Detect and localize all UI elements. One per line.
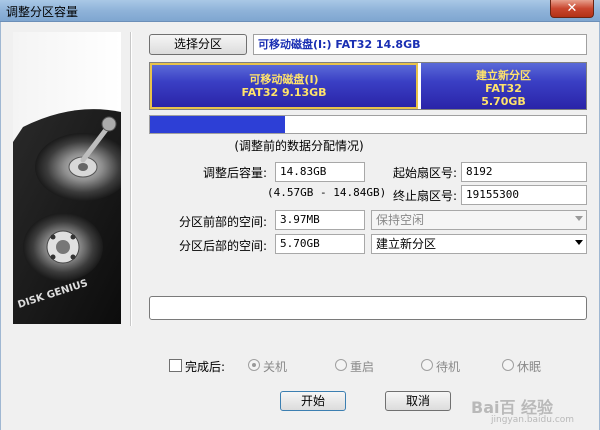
select-partition-button[interactable]: 选择分区 xyxy=(149,34,247,55)
segment-size: 5.70GB xyxy=(481,95,526,108)
size-after-field[interactable]: 14.83GB xyxy=(275,162,365,182)
resize-partition-dialog: DISK GENIUS 选择分区 可移动磁盘(I:) FAT32 14.8GB … xyxy=(0,22,600,430)
space-before-action-select: 保持空闲 xyxy=(371,210,587,230)
start-button[interactable]: 开始 xyxy=(280,391,346,411)
space-before-action-value: 保持空闲 xyxy=(376,213,425,227)
data-usage-bar xyxy=(149,115,587,134)
data-usage-fill xyxy=(150,116,286,133)
title-bar: 调整分区容量 ✕ xyxy=(0,0,600,22)
chevron-down-icon xyxy=(575,216,583,221)
chevron-down-icon xyxy=(575,240,583,245)
partition-segment-new[interactable]: 建立新分区 FAT32 5.70GB xyxy=(420,63,586,109)
watermark-url: jingyan.baidu.com xyxy=(491,415,575,425)
radio-shutdown-label: 关机 xyxy=(263,360,288,374)
close-button[interactable]: ✕ xyxy=(550,0,594,18)
radio-shutdown[interactable] xyxy=(248,359,260,371)
end-sector-field[interactable]: 19155300 xyxy=(461,185,587,205)
segment-name: 建立新分区 xyxy=(476,69,531,82)
segment-fs: FAT32 xyxy=(485,82,522,95)
status-textbox[interactable] xyxy=(149,296,587,320)
space-before-label: 分区前部的空间: xyxy=(178,215,267,229)
after-completion-label: 完成后: xyxy=(185,360,226,374)
radio-standby[interactable] xyxy=(421,359,433,371)
usage-caption: (调整前的数据分配情况) xyxy=(234,139,364,153)
partition-segment-existing[interactable]: 可移动磁盘(I) FAT32 9.13GB xyxy=(150,63,418,109)
radio-restart[interactable] xyxy=(335,359,347,371)
hard-disk-icon: DISK GENIUS xyxy=(13,109,121,324)
partition-map: 可移动磁盘(I) FAT32 9.13GB 建立新分区 FAT32 5.70GB xyxy=(149,62,587,110)
segment-name: 可移动磁盘(I) xyxy=(249,73,319,86)
cancel-button[interactable]: 取消 xyxy=(385,391,451,411)
radio-restart-label: 重启 xyxy=(350,360,375,374)
radio-standby-label: 待机 xyxy=(436,360,461,374)
radio-hibernate-label: 休眠 xyxy=(517,360,542,374)
after-completion-checkbox[interactable] xyxy=(169,359,182,372)
radio-hibernate[interactable] xyxy=(502,359,514,371)
size-after-label: 调整后容量: xyxy=(202,166,267,180)
space-after-action-value: 建立新分区 xyxy=(376,237,437,251)
space-before-field[interactable]: 3.97MB xyxy=(275,210,365,230)
disk-illustration: DISK GENIUS xyxy=(13,32,121,324)
panel-separator-highlight xyxy=(131,32,132,326)
space-after-label: 分区后部的空间: xyxy=(178,239,267,253)
window-title: 调整分区容量 xyxy=(6,5,79,19)
size-range-hint: (4.57GB - 14.84GB) xyxy=(267,186,387,199)
space-after-action-select[interactable]: 建立新分区 xyxy=(371,234,587,254)
end-sector-label: 终止扇区号: xyxy=(392,189,457,203)
space-after-field[interactable]: 5.70GB xyxy=(275,234,365,254)
start-sector-label: 起始扇区号: xyxy=(392,166,457,180)
start-sector-field[interactable]: 8192 xyxy=(461,162,587,182)
partition-info-label: 可移动磁盘(I:) FAT32 14.8GB xyxy=(253,34,587,55)
segment-fs-size: FAT32 9.13GB xyxy=(241,86,327,99)
